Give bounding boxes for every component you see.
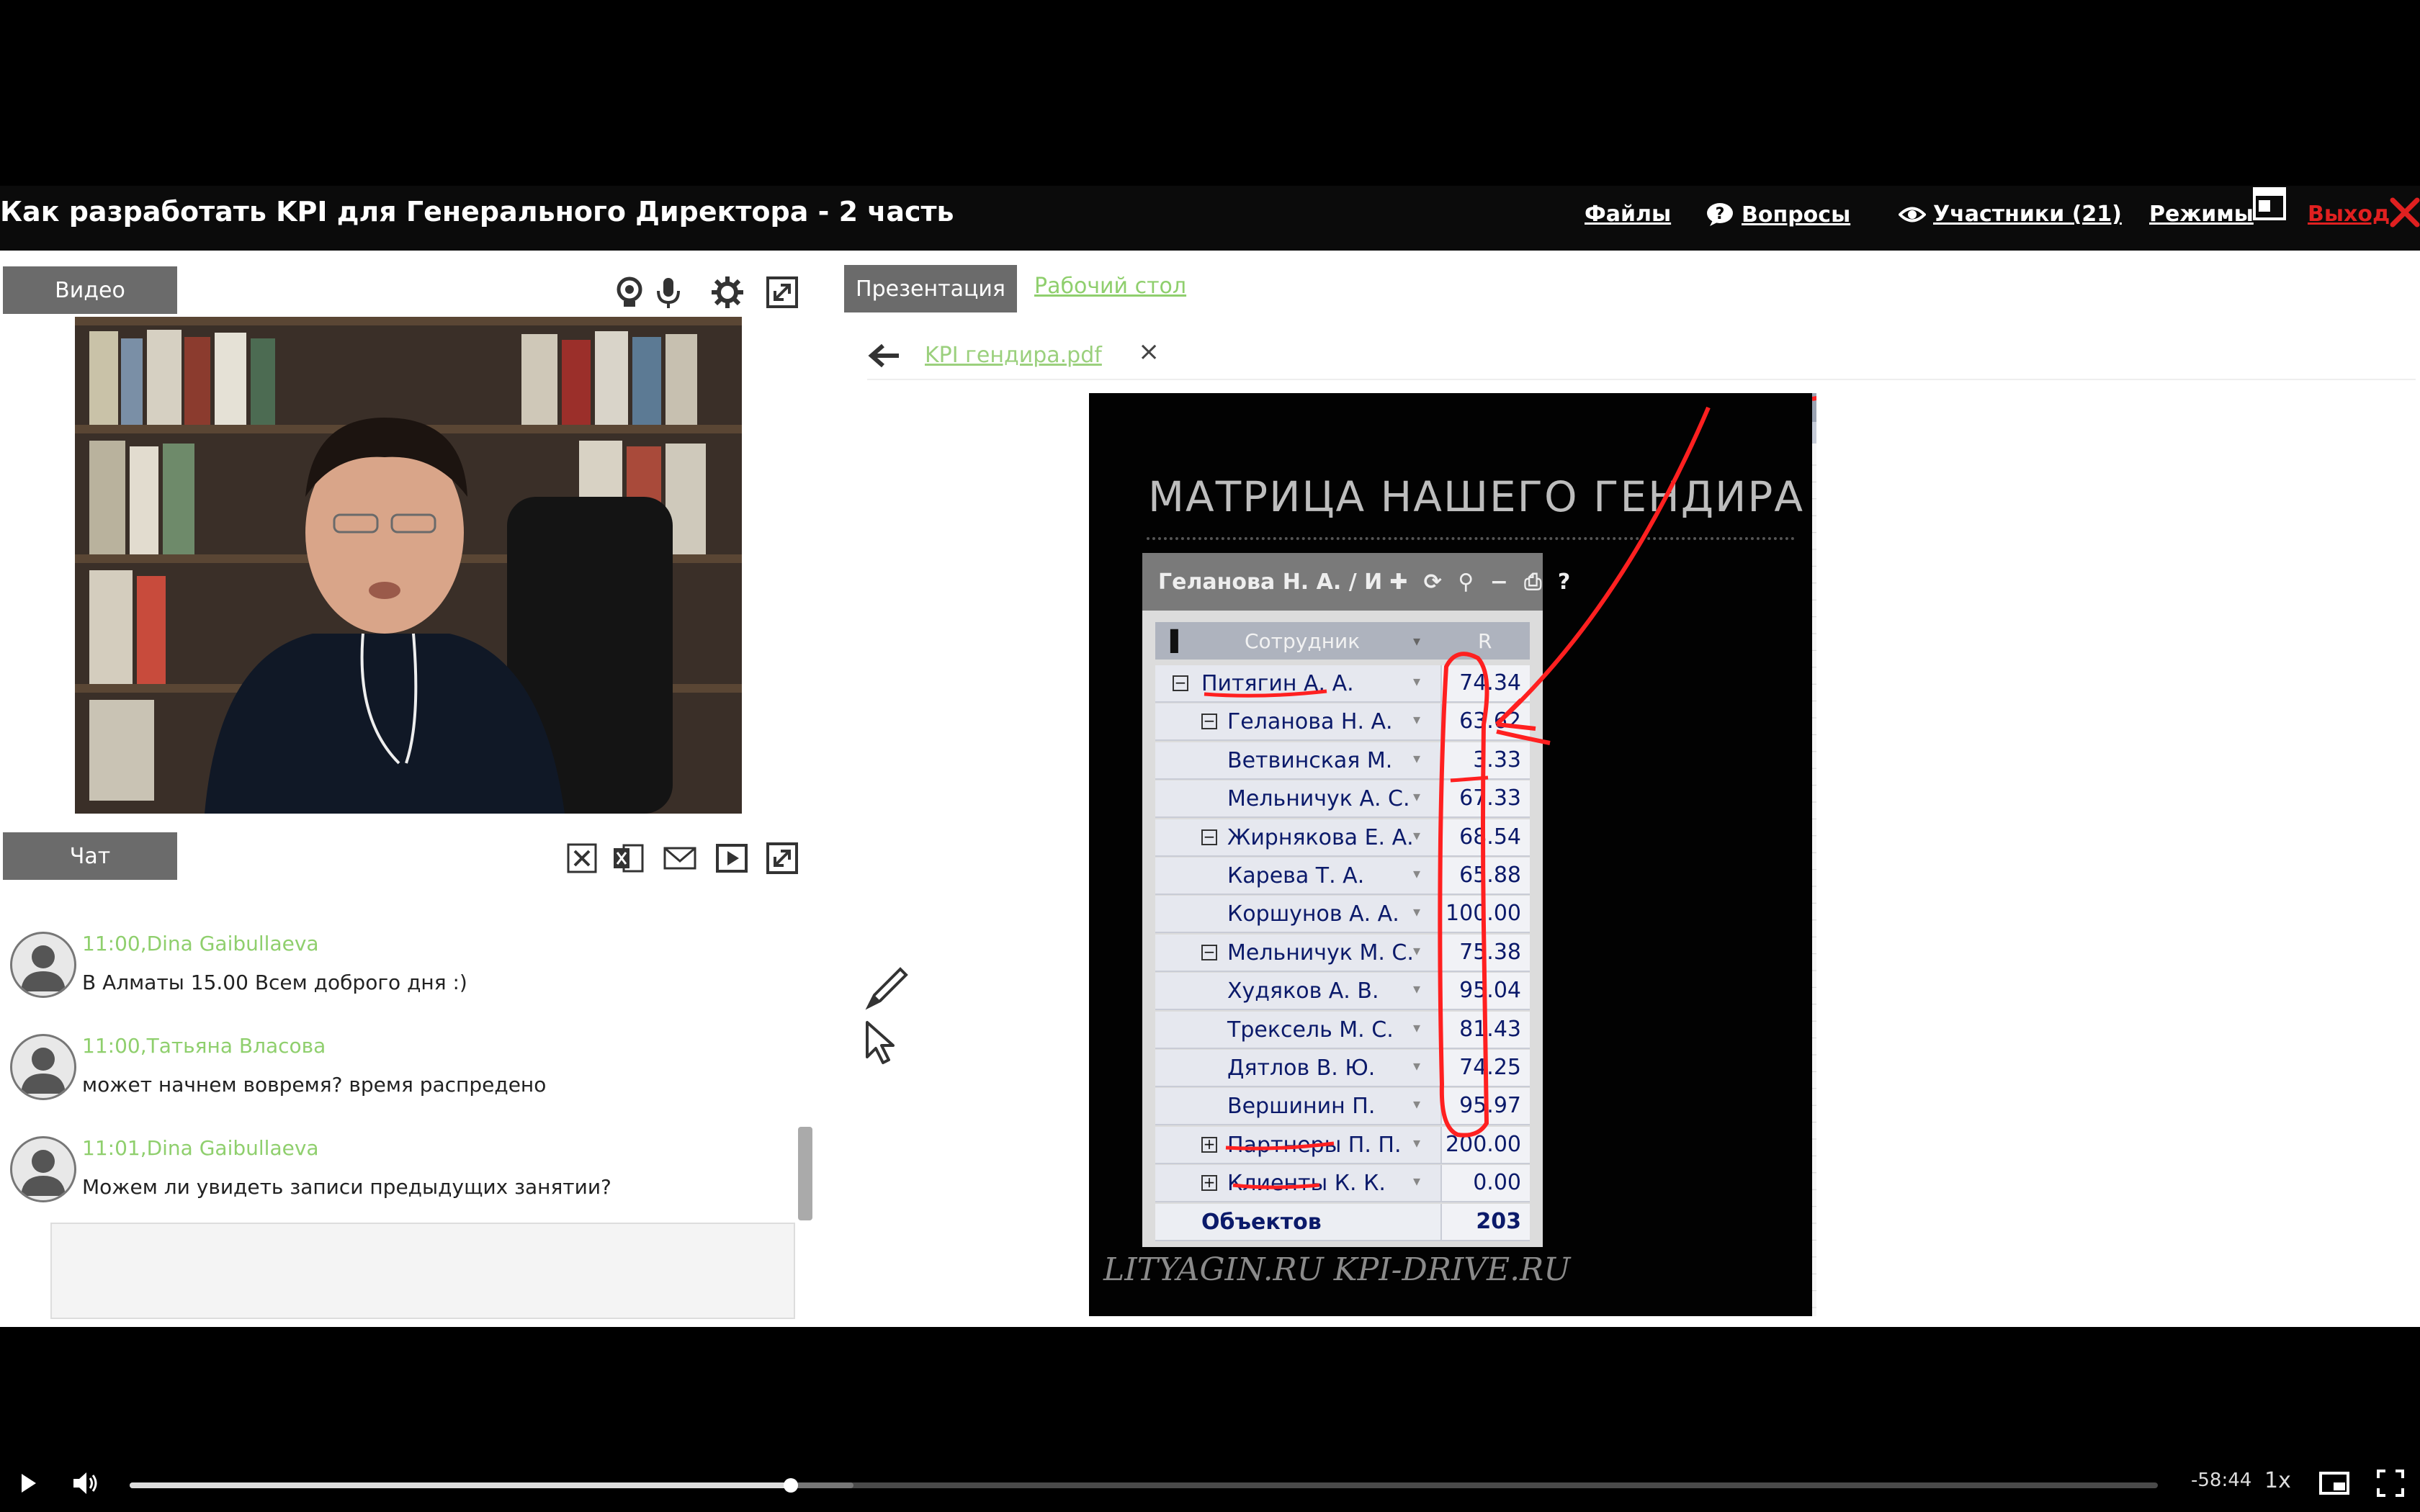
volume-icon[interactable] (68, 1465, 104, 1501)
playback-speed-button[interactable]: 1x (2264, 1468, 2291, 1493)
message-text: может начнем вовремя? время распредено (82, 1073, 547, 1097)
video-player-controls: -58:44 1x (0, 1458, 2420, 1512)
pointer-tool-icon[interactable] (864, 1020, 896, 1066)
message-meta: 11:00,Татьяна Власова (82, 1034, 326, 1058)
tab-chat[interactable]: Чат (3, 832, 177, 880)
exit-link[interactable]: Выход (2308, 202, 2390, 227)
spreadsheet-screenshot (1811, 393, 1816, 1316)
picture-in-picture-icon[interactable] (2316, 1465, 2352, 1501)
chat-input[interactable] (50, 1223, 795, 1319)
main-area: Видео Чат 11:00,Dina Gaibullaeva В Алмат… (0, 251, 2420, 1327)
progress-knob[interactable] (784, 1478, 799, 1493)
file-bar: KPI гендира.pdf × (867, 336, 2416, 380)
email-icon[interactable] (663, 841, 697, 876)
svg-text:?: ? (1716, 205, 1725, 223)
pen-tool-icon[interactable] (861, 962, 913, 1014)
slide-footer: LITYAGIN.RU KPI-DRIVE.RU (1103, 1251, 1571, 1288)
tab-video[interactable]: Видео (3, 266, 177, 314)
speaker-video-image (75, 317, 742, 814)
modes-link[interactable]: Режимы (2149, 202, 2254, 227)
files-link[interactable]: Файлы (1585, 202, 1671, 227)
webcam-icon[interactable] (612, 275, 647, 310)
expand-chat-icon[interactable] (765, 841, 799, 876)
session-title: Как разработать KPI для Генерального Дир… (0, 196, 954, 228)
eye-icon (1899, 207, 1926, 222)
excel-export-icon[interactable] (611, 841, 645, 876)
close-icon[interactable] (2388, 196, 2420, 229)
user-icon (21, 1150, 66, 1196)
speaker-video (75, 317, 742, 814)
user-icon (21, 1048, 66, 1094)
progress-track[interactable] (130, 1478, 2158, 1493)
spreadsheet-image (1811, 393, 1816, 1308)
message-text: В Алматы 15.00 Всем доброго дня :) (82, 971, 467, 994)
message-text: Можем ли увидеть записи предыдущих занят… (82, 1175, 611, 1199)
slide: МАТРИЦА НАШЕГО ГЕНДИРА Геланова Н. А. / … (1089, 393, 1816, 1316)
avatar (10, 1136, 76, 1202)
avatar (10, 932, 76, 998)
file-name-link[interactable]: KPI гендира.pdf (925, 343, 1102, 368)
tab-desktop[interactable]: Рабочий стол (1034, 274, 1186, 299)
clear-chat-icon[interactable] (565, 841, 599, 876)
message-meta: 11:00,Dina Gaibullaeva (82, 932, 319, 955)
time-remaining: -58:44 (2191, 1470, 2252, 1491)
fullscreen-icon[interactable] (2372, 1465, 2408, 1501)
participants-link[interactable]: Участники (21) (1899, 202, 2122, 227)
user-icon (21, 945, 66, 991)
progress-fill (130, 1482, 792, 1488)
annotation-strokes (1204, 406, 1711, 1189)
play-media-icon[interactable] (714, 841, 749, 876)
message-meta: 11:01,Dina Gaibullaeva (82, 1136, 319, 1160)
microphone-icon[interactable] (651, 275, 686, 310)
arrow-left-icon[interactable] (867, 341, 900, 370)
question-bubble-icon: ? (1707, 203, 1733, 226)
close-file-icon[interactable]: × (1138, 337, 1160, 366)
chat-scrollbar[interactable] (798, 1127, 812, 1220)
tab-presentation[interactable]: Презентация (844, 265, 1017, 312)
expand-icon[interactable] (765, 275, 799, 310)
gear-icon[interactable] (710, 275, 745, 310)
play-icon[interactable] (10, 1465, 46, 1501)
session-header: Как разработать KPI для Генерального Дир… (0, 186, 2420, 251)
avatar (10, 1034, 76, 1100)
questions-link[interactable]: ? Вопросы (1706, 202, 1850, 228)
window-layout-icon[interactable] (2251, 186, 2287, 222)
